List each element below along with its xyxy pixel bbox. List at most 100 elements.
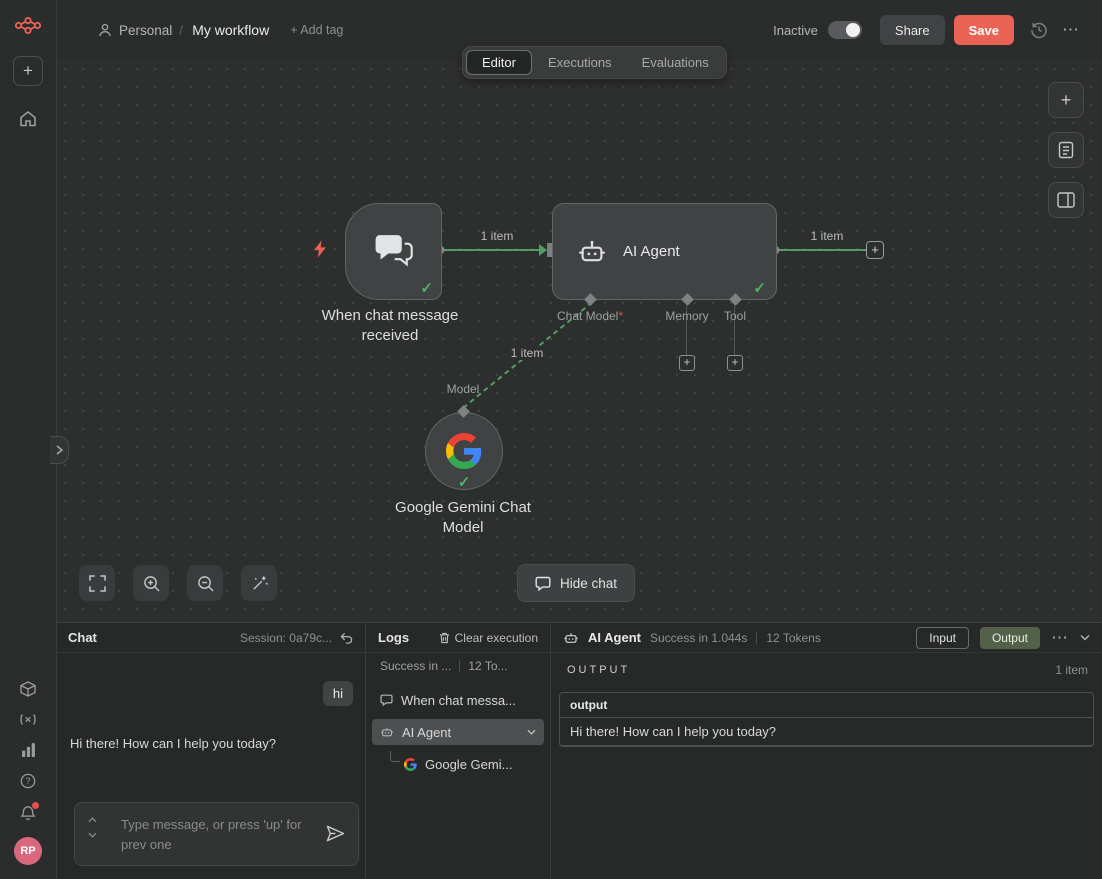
variables-icon[interactable]	[19, 713, 37, 726]
clear-execution-button[interactable]: Clear execution	[439, 631, 538, 645]
n8n-logo-icon[interactable]	[14, 16, 42, 38]
output-node-title: AI Agent	[588, 630, 641, 645]
output-tab-button[interactable]: Output	[980, 627, 1040, 649]
log-item-gemini[interactable]: Google Gemi...	[366, 751, 550, 777]
more-options-icon[interactable]: ⋯	[1051, 628, 1069, 648]
share-button[interactable]: Share	[880, 15, 945, 45]
canvas-add-node-button[interactable]: +	[1048, 82, 1084, 118]
trigger-bolt-icon	[314, 240, 327, 261]
session-id-label: Session: 0a79c...	[240, 631, 332, 645]
chevron-down-icon[interactable]	[88, 832, 97, 838]
node-label-gemini: Google Gemini Chat Model	[378, 498, 548, 538]
user-avatar[interactable]: RP	[14, 837, 42, 865]
chat-icon	[380, 694, 393, 706]
node-chat-trigger[interactable]: ✓	[345, 203, 442, 300]
plus-icon: +	[1061, 90, 1072, 111]
zoom-to-fit-button[interactable]	[79, 565, 115, 601]
node-google-gemini[interactable]: ✓	[425, 412, 503, 490]
home-icon[interactable]	[19, 110, 37, 127]
activate-toggle[interactable]	[828, 21, 862, 39]
chat-input-box	[74, 802, 359, 866]
collapse-panel-icon[interactable]	[1080, 634, 1090, 641]
templates-icon[interactable]	[20, 681, 36, 697]
logs-status: Success in ...	[380, 659, 451, 673]
edge-items-label: 1 item	[811, 229, 844, 243]
add-node-plus-button[interactable]: +	[866, 241, 884, 259]
sticky-note-button[interactable]	[1048, 132, 1084, 168]
toggle-panel-layout-button[interactable]	[1048, 182, 1084, 218]
chevron-down-icon[interactable]	[527, 729, 536, 735]
chat-message-user: hi	[323, 681, 353, 706]
output-table-header: output	[560, 693, 1093, 718]
tab-executions[interactable]: Executions	[534, 50, 626, 75]
output-table: output Hi there! How can I help you toda…	[559, 692, 1094, 747]
sidebar-bottom: ? RP	[14, 681, 42, 879]
robot-icon	[577, 237, 607, 267]
zoom-in-button[interactable]	[133, 565, 169, 601]
plus-icon: +	[23, 61, 33, 80]
logs-panel-header: Logs Clear execution	[366, 623, 550, 653]
more-options-icon[interactable]: ⋯	[1062, 20, 1080, 40]
tab-evaluations[interactable]: Evaluations	[628, 50, 723, 75]
notifications-bell-icon[interactable]	[20, 805, 36, 821]
save-button[interactable]: Save	[954, 15, 1014, 45]
edge-items-label: 1 item	[481, 229, 514, 243]
reset-session-icon[interactable]	[340, 632, 353, 644]
chat-messages: hi Hi there! How can I help you today?	[56, 653, 365, 879]
chat-message-assistant: Hi there! How can I help you today?	[70, 735, 335, 753]
divider	[756, 632, 757, 644]
port-label-memory: Memory	[665, 309, 708, 323]
node-ai-agent[interactable]: AI Agent ✓	[552, 203, 777, 300]
help-icon[interactable]: ?	[20, 773, 36, 789]
required-asterisk: *	[618, 309, 623, 323]
input-tab-button[interactable]: Input	[916, 627, 969, 649]
port-label-tool: Tool	[724, 309, 746, 323]
breadcrumb-project[interactable]: Personal	[119, 23, 172, 38]
output-controls: Input Output ⋯	[916, 627, 1090, 649]
log-item-chat-trigger[interactable]: When chat messa...	[366, 687, 550, 713]
output-table-value: Hi there! How can I help you today?	[560, 718, 1093, 746]
output-items-count: 1 item	[1055, 663, 1088, 677]
add-tag-button[interactable]: + Add tag	[290, 23, 343, 37]
workflow-title[interactable]: My workflow	[192, 22, 269, 38]
workflow-edges	[56, 60, 1102, 622]
zoom-out-button[interactable]	[187, 565, 223, 601]
add-workflow-button[interactable]: +	[13, 56, 43, 86]
chat-panel: Chat Session: 0a79c... hi Hi there! How …	[56, 623, 366, 879]
n8n-app: + ? RP	[0, 0, 1102, 879]
edge-items-label: 1 item	[508, 346, 547, 360]
tab-editor[interactable]: Editor	[466, 50, 532, 75]
google-logo-icon	[446, 433, 482, 469]
workflow-canvas[interactable]: ✓ When chat message received 1 item AI A…	[56, 60, 1102, 622]
chat-panel-header: Chat Session: 0a79c...	[56, 623, 365, 653]
send-message-icon[interactable]	[326, 825, 345, 842]
chat-bubbles-icon	[374, 233, 414, 270]
chat-message-input[interactable]	[119, 813, 319, 861]
chat-title: Chat	[68, 630, 97, 645]
bottom-panel: Chat Session: 0a79c... hi Hi there! How …	[56, 622, 1102, 879]
breadcrumb: Personal / My workflow + Add tag	[98, 22, 343, 38]
hide-chat-button[interactable]: Hide chat	[517, 564, 635, 602]
divider	[459, 660, 460, 672]
add-memory-plus-button[interactable]: +	[679, 355, 695, 371]
chevron-up-icon[interactable]	[88, 817, 97, 823]
tidy-up-wand-button[interactable]	[241, 565, 277, 601]
workflow-status-label: Inactive	[773, 23, 818, 38]
output-section-row: OUTPUT 1 item	[567, 663, 1088, 677]
log-item-label: When chat messa...	[401, 693, 516, 708]
clear-execution-label: Clear execution	[455, 631, 538, 645]
add-tool-plus-button[interactable]: +	[727, 355, 743, 371]
log-item-label: AI Agent	[402, 725, 451, 740]
insights-icon[interactable]	[21, 742, 36, 757]
top-bar-actions: Inactive Share Save ⋯	[773, 15, 1080, 45]
message-history-controls	[88, 817, 97, 838]
sidebar-expand-handle[interactable]	[50, 436, 69, 464]
log-item-ai-agent[interactable]: AI Agent	[372, 719, 544, 745]
svg-text:?: ?	[26, 776, 31, 786]
chat-icon	[535, 576, 551, 591]
chat-session: Session: 0a79c...	[240, 631, 353, 645]
node-title-ai-agent: AI Agent	[623, 243, 680, 260]
success-check-icon: ✓	[458, 473, 471, 491]
history-icon[interactable]	[1030, 21, 1048, 39]
view-tabs: Editor Executions Evaluations	[462, 46, 727, 79]
